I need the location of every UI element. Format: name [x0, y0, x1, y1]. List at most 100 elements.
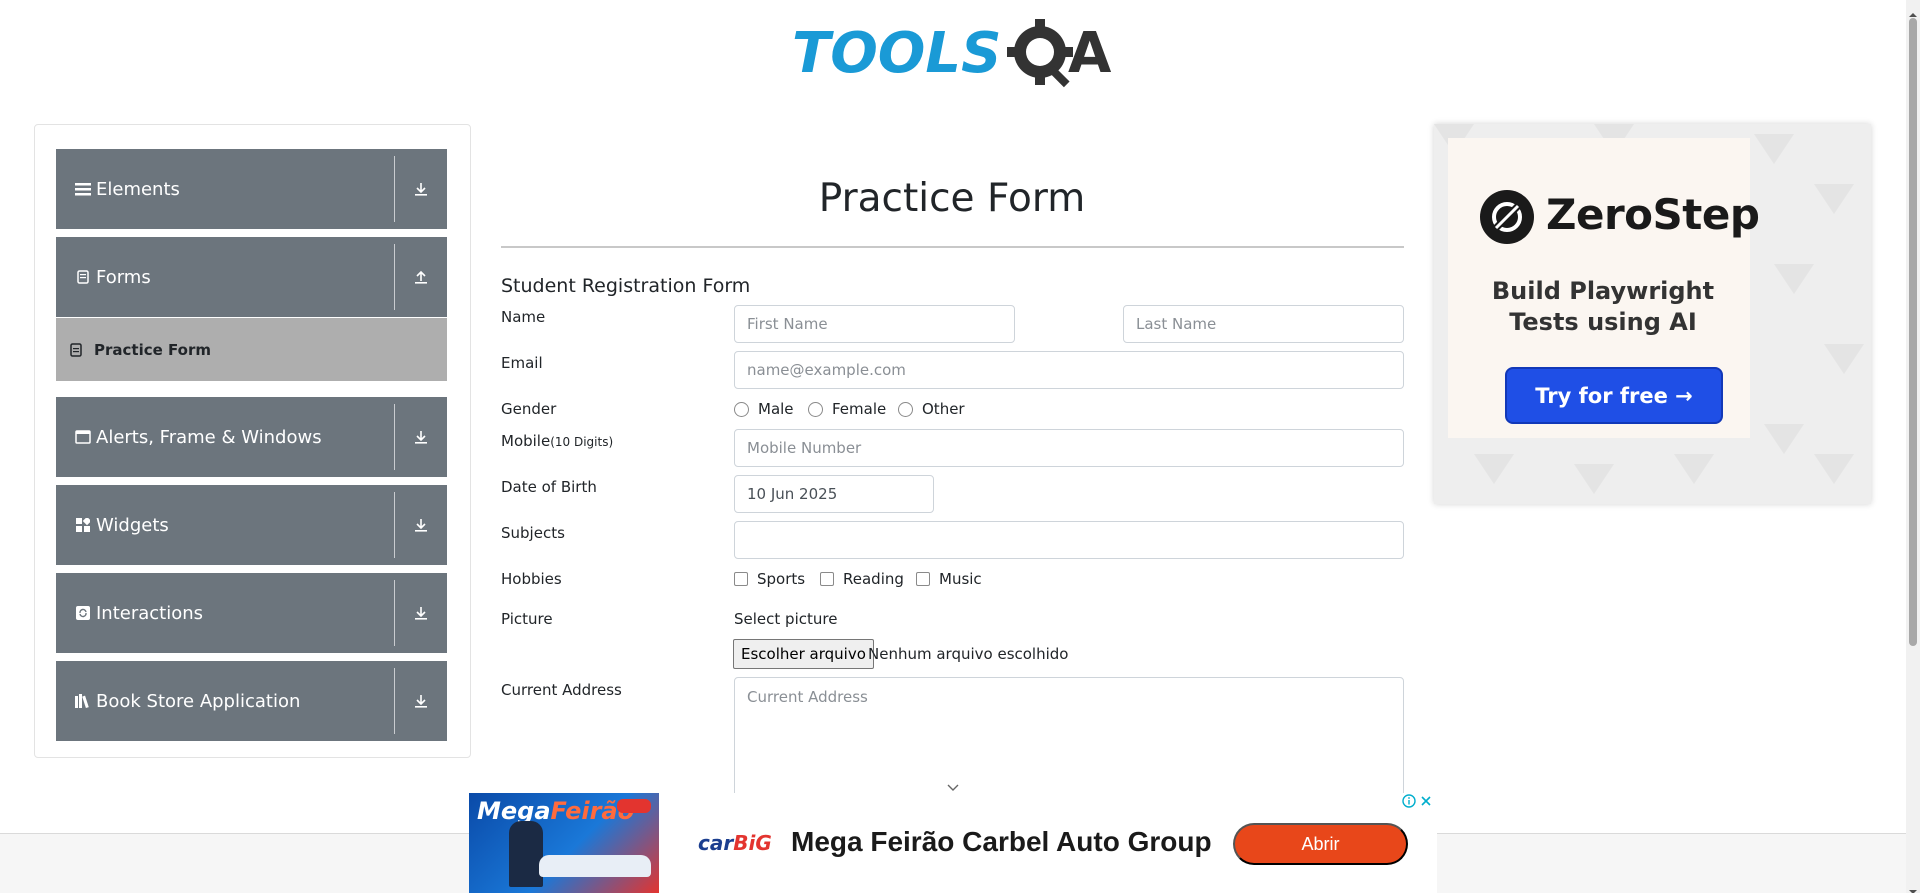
hobby-checkbox-music[interactable]: Music: [916, 570, 982, 588]
picture-label: Picture: [501, 610, 553, 628]
window-icon: [74, 428, 92, 446]
info-icon[interactable]: [1402, 793, 1416, 808]
name-label: Name: [501, 308, 546, 326]
date-of-birth-input[interactable]: [734, 475, 934, 513]
last-name-input[interactable]: [1123, 305, 1404, 343]
sidebar-group-book-store[interactable]: Book Store Application: [56, 661, 447, 741]
hobbies-label: Hobbies: [501, 570, 562, 588]
expand-icon[interactable]: [395, 181, 447, 197]
close-icon[interactable]: [1419, 793, 1433, 807]
page: TOOLS A Elements Forms Practice Form Ale…: [0, 0, 1920, 893]
ad-title: Mega Feirão Carbel Auto Group: [791, 826, 1212, 857]
logo-text-left: TOOLS: [792, 21, 1001, 86]
subjects-input[interactable]: [734, 521, 1404, 559]
scrollbar-thumb[interactable]: [1909, 18, 1917, 646]
option-label: Other: [922, 400, 965, 418]
gear-icon: [1007, 19, 1073, 88]
sidebar-group-label: Elements: [96, 178, 180, 200]
form-icon: [70, 342, 84, 357]
expand-icon[interactable]: [395, 429, 447, 445]
expand-icon[interactable]: [395, 517, 447, 533]
mobile-hint: (10 Digits): [550, 435, 614, 449]
ad-image-brand: MegaFeirão: [477, 797, 634, 825]
ad-image-cars: [539, 855, 651, 877]
expand-icon[interactable]: [395, 605, 447, 621]
radio-circle[interactable]: [808, 401, 823, 417]
sidebar-group-label: Forms: [96, 266, 151, 288]
email-input[interactable]: [734, 351, 1404, 389]
bottom-banner-ad[interactable]: MegaFeirão carBiG Mega Feirão Carbel Aut…: [469, 793, 1437, 893]
option-label: Reading: [843, 570, 904, 588]
mobile-input[interactable]: [734, 429, 1404, 467]
carbig-logo-a: car: [698, 831, 734, 855]
mobile-label: Mobile(10 Digits): [501, 432, 613, 450]
zerostep-ad[interactable]: ZeroStep Build Playwright Tests using AI…: [1434, 124, 1871, 504]
widgets-icon: [74, 516, 92, 534]
books-icon: [74, 692, 92, 710]
carbig-logo: carBiG: [698, 831, 772, 855]
zerostep-logo-icon: [1480, 190, 1534, 244]
ad-image: MegaFeirão: [469, 793, 659, 893]
option-label: Sports: [757, 570, 806, 588]
gender-radio-other[interactable]: Other: [898, 400, 965, 418]
sidebar-group-widgets[interactable]: Widgets: [56, 485, 447, 565]
menu-icon: [74, 180, 92, 198]
sidebar-item-practice-form[interactable]: Practice Form: [56, 318, 447, 381]
sidebar-group-label: Widgets: [96, 514, 169, 536]
radio-circle[interactable]: [734, 401, 749, 417]
collapse-icon[interactable]: [395, 269, 447, 285]
open-button[interactable]: Abrir: [1233, 823, 1408, 865]
sidebar: Elements Forms Practice Form Alerts, Fra…: [34, 124, 471, 758]
email-label: Email: [501, 354, 543, 372]
sidebar-item-label: Practice Form: [94, 340, 211, 359]
sync-icon: [74, 604, 92, 622]
first-name-input[interactable]: [734, 305, 1015, 343]
form-heading: Student Registration Form: [501, 275, 751, 297]
ad-image-brand-a: Mega: [477, 797, 551, 825]
try-for-free-button[interactable]: Try for free →: [1505, 367, 1723, 424]
checkbox-box[interactable]: [916, 572, 930, 586]
option-label: Male: [758, 400, 794, 418]
subjects-label: Subjects: [501, 524, 565, 542]
ad-image-person: [509, 821, 543, 887]
sidebar-group-label: Interactions: [96, 602, 204, 624]
ad-image-badge: [617, 799, 651, 813]
sidebar-group-label: Book Store Application: [96, 690, 301, 712]
address-label: Current Address: [501, 681, 622, 699]
sidebar-group-interactions[interactable]: Interactions: [56, 573, 447, 653]
page-title: Practice Form: [818, 176, 1086, 221]
gender-radio-female[interactable]: Female: [808, 400, 886, 418]
scroll-up-icon[interactable]: [1909, 4, 1917, 17]
sidebar-group-label: Alerts, Frame & Windows: [96, 426, 322, 448]
carbig-logo-b: BiG: [733, 831, 772, 855]
title-divider: [501, 246, 1404, 248]
ad-tagline: Build Playwright Tests using AI: [1491, 277, 1715, 336]
document-icon: [74, 268, 92, 286]
sidebar-group-alerts[interactable]: Alerts, Frame & Windows: [56, 397, 447, 477]
dob-label: Date of Birth: [501, 478, 597, 496]
checkbox-box[interactable]: [820, 572, 834, 586]
option-label: Music: [939, 570, 982, 588]
current-address-input[interactable]: [734, 677, 1404, 797]
toolsqa-logo[interactable]: TOOLS A: [790, 14, 1120, 94]
ad-brand-name: ZeroStep: [1546, 190, 1760, 239]
gender-label: Gender: [501, 400, 557, 418]
scroll-down-icon[interactable]: [1909, 881, 1917, 893]
select-picture-caption: Select picture: [734, 610, 838, 628]
checkbox-box[interactable]: [734, 572, 748, 586]
gender-radio-male[interactable]: Male: [734, 400, 794, 418]
expand-icon[interactable]: [395, 693, 447, 709]
toolsqa-logo-graphic: TOOLS A: [792, 19, 1112, 88]
hobby-checkbox-sports[interactable]: Sports: [734, 570, 805, 588]
mobile-label-text: Mobile: [501, 432, 551, 450]
sidebar-group-elements[interactable]: Elements: [56, 149, 447, 229]
option-label: Female: [832, 400, 887, 418]
sidebar-group-forms[interactable]: Forms: [56, 237, 447, 317]
choose-file-button[interactable]: Escolher arquivo: [733, 639, 874, 669]
radio-circle[interactable]: [898, 401, 913, 417]
ad-card: ZeroStep Build Playwright Tests using AI…: [1448, 138, 1760, 438]
ad-controls: [1402, 793, 1433, 808]
hobby-checkbox-reading[interactable]: Reading: [820, 570, 904, 588]
file-status: Nenhum arquivo escolhido: [868, 645, 1069, 663]
logo-text-right: A: [1068, 21, 1112, 86]
